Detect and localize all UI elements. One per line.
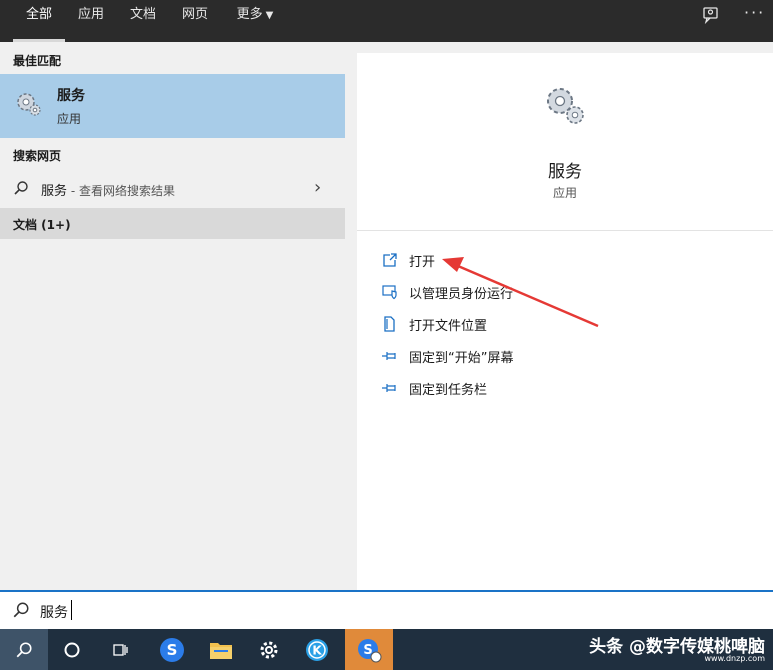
text-caret — [71, 600, 72, 620]
search-icon — [16, 641, 32, 657]
file-location-icon — [384, 316, 395, 332]
settings-gear-icon — [260, 641, 278, 658]
tab-more[interactable]: 更多 ▼ — [230, 0, 280, 42]
taskbar-app-file-explorer[interactable] — [197, 629, 245, 670]
taskbar-app-k[interactable]: K — [293, 629, 341, 670]
taskbar-app-sogou[interactable]: S — [148, 629, 196, 670]
preview-app-name: 服务 — [548, 162, 582, 182]
sogou-active-icon: S — [358, 638, 382, 662]
action-pin-to-taskbar-label: 固定到任务栏 — [409, 383, 488, 398]
cortana-button[interactable] — [48, 629, 96, 670]
web-search-result[interactable]: 服务 - 查看网络搜索结果 › — [0, 172, 345, 204]
task-view-button[interactable] — [96, 629, 144, 670]
shield-icon — [382, 285, 397, 300]
pin-icon — [382, 352, 396, 360]
watermark-url: www.dnzp.com — [704, 654, 766, 663]
action-open[interactable]: 打开 — [381, 248, 761, 272]
tab-web[interactable]: 网页 — [176, 0, 214, 42]
results-panel: 最佳匹配 服务 应用 搜索网页 服务 - 查看网络搜索结果 › 文档 (1+) — [0, 42, 345, 590]
open-icon — [383, 253, 397, 267]
search-box[interactable]: 服务 — [0, 590, 773, 629]
web-search-suffix: - 查看网络搜索结果 — [67, 184, 175, 198]
tab-more-label: 更多 — [236, 7, 263, 22]
tab-all[interactable]: 全部 — [13, 0, 65, 42]
action-pin-to-start-label: 固定到“开始”屏幕 — [409, 351, 514, 366]
search-icon — [13, 602, 29, 618]
k-app-icon: K — [306, 638, 328, 661]
best-match-type: 应用 — [57, 112, 82, 126]
action-pin-to-taskbar[interactable]: 固定到任务栏 — [381, 376, 761, 400]
search-icon — [14, 181, 28, 195]
services-gear-large-icon — [547, 88, 584, 124]
more-options-icon[interactable]: ··· — [744, 3, 765, 22]
taskbar-app-services[interactable]: S — [345, 629, 393, 670]
taskbar-search-button[interactable] — [0, 629, 48, 670]
svg-text:S: S — [167, 641, 178, 659]
action-open-label: 打开 — [409, 255, 436, 270]
web-search-query: 服务 — [41, 184, 68, 199]
taskbar-app-settings[interactable] — [245, 629, 293, 670]
divider — [357, 230, 773, 231]
tab-documents[interactable]: 文档 — [124, 0, 162, 42]
best-match-item[interactable]: 服务 应用 — [0, 74, 345, 138]
search-input[interactable]: 服务 — [40, 602, 68, 622]
tab-apps[interactable]: 应用 — [73, 0, 109, 42]
sogou-browser-icon: S — [160, 637, 184, 662]
cortana-icon — [64, 642, 80, 657]
action-run-as-admin[interactable]: 以管理员身份运行 — [381, 280, 761, 304]
chevron-down-icon: ▼ — [265, 10, 274, 21]
action-run-as-admin-label: 以管理员身份运行 — [409, 287, 514, 302]
action-pin-to-start[interactable]: 固定到“开始”屏幕 — [381, 344, 761, 368]
web-search-header: 搜索网页 — [13, 149, 62, 163]
task-view-icon — [113, 643, 128, 656]
best-match-name: 服务 — [57, 88, 85, 104]
documents-section[interactable]: 文档 (1+) — [0, 208, 345, 239]
action-open-file-location[interactable]: 打开文件位置 — [381, 312, 761, 336]
documents-header: 文档 (1+) — [13, 218, 71, 232]
preview-panel: 服务 应用 打开 以管理员身份运行 打开文件位置 固定到“开始”屏幕 固定到任务… — [357, 53, 773, 590]
chevron-right-icon[interactable]: › — [314, 177, 321, 198]
preview-app-type: 应用 — [552, 186, 577, 200]
pin-icon — [382, 384, 396, 392]
folder-icon — [210, 642, 232, 659]
feedback-icon[interactable] — [702, 6, 720, 28]
search-filter-bar: 全部 应用 文档 网页 更多 ▼ ··· — [0, 0, 773, 42]
action-open-file-location-label: 打开文件位置 — [409, 319, 488, 334]
svg-text:K: K — [312, 643, 322, 657]
services-gear-icon — [17, 93, 41, 116]
best-match-header: 最佳匹配 — [13, 54, 62, 68]
